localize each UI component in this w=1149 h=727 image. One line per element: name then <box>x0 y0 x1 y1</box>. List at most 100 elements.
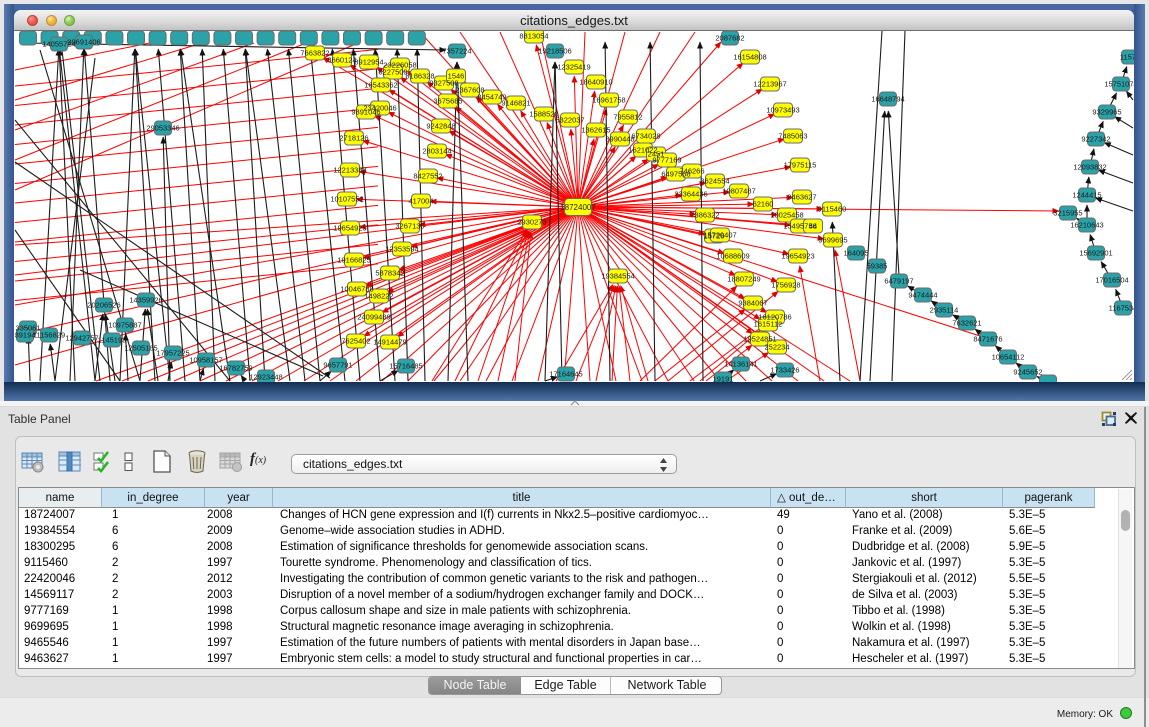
svg-text:1733426: 1733426 <box>770 366 799 375</box>
svg-text:15751074: 15751074 <box>1104 80 1134 89</box>
svg-text:9657791: 9657791 <box>323 361 352 370</box>
svg-text:2087682: 2087682 <box>715 34 744 43</box>
svg-text:9146821: 9146821 <box>501 99 530 108</box>
svg-text:1546: 1546 <box>448 72 465 81</box>
svg-text:16154808: 16154808 <box>733 53 766 62</box>
svg-text:10107552: 10107552 <box>330 195 363 204</box>
svg-text:16961758: 16961758 <box>592 96 625 105</box>
svg-text:19654925: 19654925 <box>333 224 366 233</box>
svg-text:12353594: 12353594 <box>385 245 418 254</box>
svg-text:7955812: 7955812 <box>613 113 642 122</box>
svg-text:1167534: 1167534 <box>1109 304 1134 313</box>
svg-text:15720407: 15720407 <box>703 231 736 240</box>
svg-text:29053346: 29053346 <box>146 124 179 133</box>
svg-text:1498222: 1498222 <box>364 292 393 301</box>
svg-text:9242848: 9242848 <box>426 122 455 131</box>
svg-text:10975887: 10975887 <box>108 321 141 330</box>
svg-text:7485063: 7485063 <box>778 132 807 141</box>
svg-text:252234: 252234 <box>764 343 789 352</box>
svg-text:23364436: 23364436 <box>674 190 707 199</box>
svg-text:17164645: 17164645 <box>549 370 582 379</box>
svg-text:16648794: 16648794 <box>871 95 904 104</box>
svg-text:14914479: 14914479 <box>373 338 406 347</box>
svg-text:9115460: 9115460 <box>818 205 847 214</box>
svg-text:19166825: 19166825 <box>337 256 370 265</box>
svg-text:17975115: 17975115 <box>784 161 817 170</box>
svg-text:1588520: 1588520 <box>529 110 558 119</box>
svg-text:59385: 59385 <box>867 262 888 271</box>
svg-text:6734028: 6734028 <box>631 132 660 141</box>
svg-text:9699695: 9699695 <box>818 236 847 245</box>
svg-text:3624554: 3624554 <box>700 177 729 186</box>
svg-text:9463627: 9463627 <box>787 193 816 202</box>
svg-text:10654112: 10654112 <box>992 353 1025 362</box>
svg-text:17957225: 17957225 <box>156 349 189 358</box>
svg-text:12505185: 12505185 <box>124 344 157 353</box>
svg-text:1145193: 1145193 <box>98 336 127 345</box>
svg-text:44: 44 <box>809 222 817 231</box>
svg-text:5878342: 5878342 <box>375 269 404 278</box>
svg-text:17016504: 17016504 <box>1095 276 1128 285</box>
svg-text:3215955: 3215955 <box>1053 209 1082 218</box>
svg-text:9227342: 9227342 <box>1081 135 1110 144</box>
svg-text:10973493: 10973493 <box>766 106 799 115</box>
svg-text:10807487: 10807487 <box>722 187 755 196</box>
svg-text:10958157: 10958157 <box>189 356 222 365</box>
svg-text:164095: 164095 <box>843 249 868 258</box>
svg-text:20691406: 20691406 <box>67 38 100 47</box>
svg-text:11156829: 11156829 <box>33 331 65 340</box>
svg-text:9474444: 9474444 <box>908 291 937 300</box>
svg-text:8427552: 8427552 <box>413 172 442 181</box>
svg-text:1362615: 1362615 <box>581 126 610 135</box>
svg-text:10025458: 10025458 <box>770 211 803 220</box>
svg-text:18724007: 18724007 <box>560 203 596 212</box>
svg-text:8813054: 8813054 <box>519 32 548 41</box>
svg-text:2803144: 2803144 <box>422 147 451 156</box>
svg-text:9891046: 9891046 <box>351 108 380 117</box>
svg-text:19218506: 19218506 <box>538 47 571 56</box>
svg-text:8912954: 8912954 <box>354 58 383 67</box>
svg-text:19384554: 19384554 <box>601 272 634 281</box>
svg-text:7663822: 7663822 <box>300 49 329 58</box>
svg-text:1244415: 1244415 <box>1072 191 1101 200</box>
svg-text:6479197: 6479197 <box>884 277 913 286</box>
svg-text:1615112: 1615112 <box>754 320 783 329</box>
svg-text:8990448: 8990448 <box>605 135 634 144</box>
svg-text:12923448: 12923448 <box>249 373 282 382</box>
svg-text:3267130: 3267130 <box>395 222 424 231</box>
svg-text:15716485: 15716485 <box>389 362 422 371</box>
svg-text:12213383: 12213383 <box>333 166 366 175</box>
svg-text:2935114: 2935114 <box>930 306 959 315</box>
svg-text:18640910: 18640910 <box>579 78 612 87</box>
svg-text:12093832: 12093832 <box>1073 163 1106 172</box>
svg-text:12213967: 12213967 <box>753 80 786 89</box>
svg-text:9329965: 9329965 <box>1092 108 1121 117</box>
svg-text:3675685: 3675685 <box>433 97 462 106</box>
svg-text:19654923: 19654923 <box>781 252 814 261</box>
svg-text:20206526: 20206526 <box>87 301 120 310</box>
svg-text:11573: 11573 <box>1120 53 1134 62</box>
svg-text:10688609: 10688609 <box>716 252 749 261</box>
svg-text:8227509: 8227509 <box>378 68 407 77</box>
svg-text:16210643: 16210643 <box>1070 221 1103 230</box>
svg-text:9384067: 9384067 <box>738 299 767 308</box>
svg-text:9777169: 9777169 <box>652 156 681 165</box>
svg-text:417004: 417004 <box>408 197 433 206</box>
svg-text:2930273: 2930273 <box>517 218 546 227</box>
svg-text:5322037: 5322037 <box>555 116 584 125</box>
svg-text:12325419: 12325419 <box>557 63 590 72</box>
svg-text:2718126: 2718126 <box>339 134 368 143</box>
svg-text:7625402: 7625402 <box>341 337 370 346</box>
svg-text:8471676: 8471676 <box>973 335 1002 344</box>
svg-text:7357224: 7357224 <box>442 47 471 56</box>
svg-text:7632621: 7632621 <box>952 319 981 328</box>
svg-text:16543362: 16543362 <box>364 81 397 90</box>
svg-text:1756928: 1756928 <box>771 281 800 290</box>
svg-text:15692901: 15692901 <box>1079 249 1112 258</box>
svg-text:12942757: 12942757 <box>65 334 98 343</box>
svg-text:19191: 19191 <box>713 375 734 383</box>
svg-text:8660124: 8660124 <box>327 56 356 65</box>
svg-text:9245652: 9245652 <box>1013 368 1042 377</box>
svg-text:7386322: 7386322 <box>690 211 719 220</box>
svg-text:14359926: 14359926 <box>129 296 162 305</box>
